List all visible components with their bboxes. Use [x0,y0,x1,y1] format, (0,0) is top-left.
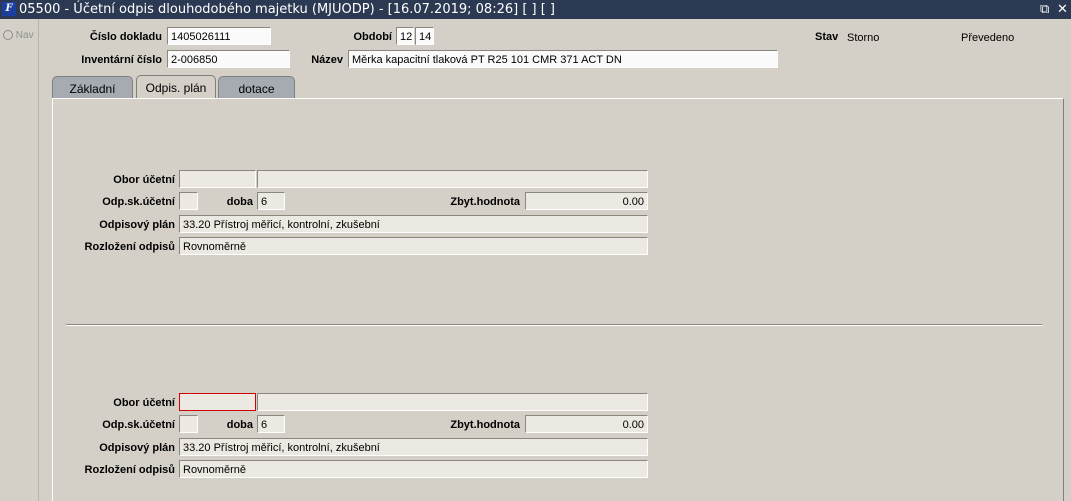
obor-name-field[interactable] [257,170,648,188]
period-label: Období [353,31,393,43]
left-panel: Nav [0,19,39,501]
status-value: Storno [847,32,880,44]
obor-label: Obor účetní [113,174,175,186]
doba-label: doba [226,419,253,431]
name-label: Název [311,54,343,66]
tab-dotace[interactable]: dotace [218,76,295,98]
rozlozeni-field[interactable]: Rovnoměrně [179,237,648,255]
status-label: Stav [815,31,839,43]
zbyt-field[interactable]: 0.00 [525,415,648,433]
tab-zakladni[interactable]: Základní [52,76,133,98]
zbyt-label: Zbyt.hodnota [450,196,520,208]
rozlozeni-label: Rozložení odpisů [84,241,175,253]
plan-field[interactable]: 33.20 Přístroj měřicí, kontrolní, zkušeb… [179,215,648,233]
rozlozeni-field[interactable]: Rovnoměrně [179,460,648,478]
doba-field[interactable]: 6 [257,415,285,433]
obor-code-field[interactable] [179,393,256,411]
odp-sk-label: Odp.sk.účetní [102,419,175,431]
obor-code-field[interactable] [179,170,256,188]
window-title: 05500 - Účetní odpis dlouhodobého majetk… [19,2,556,17]
name-field[interactable]: Měrka kapacitní tlaková PT R25 101 CMR 3… [348,50,778,68]
odp-sk-field[interactable] [179,192,198,210]
doba-field[interactable]: 6 [257,192,285,210]
title-bar: F 05500 - Účetní odpis dlouhodobého maje… [0,0,1071,19]
doba-label: doba [226,196,253,208]
rozlozeni-label: Rozložení odpisů [84,464,175,476]
radio-icon[interactable] [3,30,13,41]
obor-name-field[interactable] [257,393,648,411]
doc-number-field[interactable]: 1405026111 [167,27,271,45]
section-divider [66,324,1042,326]
status-extra: Převedeno [961,32,1015,44]
nav-toggle[interactable]: Nav [3,30,34,41]
nav-label: Nav [15,30,34,41]
period-month-field[interactable]: 12 [396,27,414,45]
plan-field[interactable]: 33.20 Přístroj měřicí, kontrolní, zkušeb… [179,438,648,456]
inventory-field[interactable]: 2-006850 [167,50,290,68]
close-icon[interactable]: ✕ [1057,1,1068,17]
zbyt-field[interactable]: 0.00 [525,192,648,210]
inventory-label: Inventární číslo [81,54,162,66]
obor-label: Obor účetní [113,397,175,409]
period-year-field[interactable]: 14 [415,27,434,45]
odp-sk-field[interactable] [179,415,198,433]
odp-sk-label: Odp.sk.účetní [102,196,175,208]
zbyt-label: Zbyt.hodnota [450,419,520,431]
restore-icon[interactable]: ⧉ [1040,1,1049,17]
app-icon: F [2,2,16,16]
plan-label: Odpisový plán [99,442,175,454]
plan-label: Odpisový plán [99,219,175,231]
doc-number-label: Číslo dokladu [89,31,162,43]
tab-odpis-plan[interactable]: Odpis. plán [136,75,216,99]
